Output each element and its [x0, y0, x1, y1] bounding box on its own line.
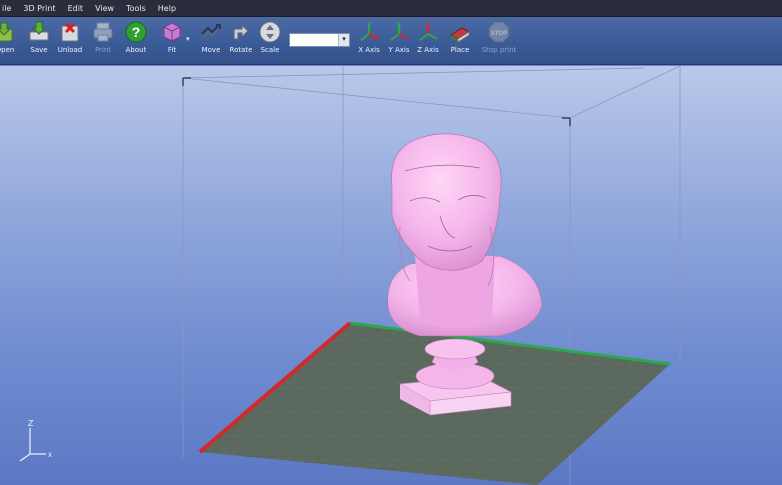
help-question-icon: ? — [125, 21, 147, 43]
fit-dropdown-arrow-icon[interactable]: ▾ — [186, 35, 190, 43]
x-axis-button[interactable]: X Axis — [357, 20, 381, 64]
print-icon — [93, 22, 113, 42]
z-axis-button[interactable]: Z Axis — [416, 20, 440, 64]
menu-tools[interactable]: Tools — [126, 4, 146, 13]
scale-button[interactable]: Scale — [257, 20, 283, 64]
move-arrows-icon — [201, 24, 221, 39]
3d-viewport[interactable]: Z X — [0, 66, 782, 485]
menu-3d-print[interactable]: 3D Print — [23, 4, 55, 13]
rotate-icon — [233, 23, 249, 40]
axis-indicator-x-label: X — [48, 452, 52, 459]
menu-view[interactable]: View — [95, 4, 114, 13]
svg-text:?: ? — [132, 24, 141, 40]
toolbar: Open Save Unload Print ? About — [0, 17, 782, 65]
print-label: Print — [94, 46, 112, 54]
menu-help[interactable]: Help — [158, 4, 176, 13]
unload-label: Unload — [57, 46, 83, 54]
unload-icon — [61, 22, 79, 42]
y-axis-label: Y Axis — [388, 46, 410, 54]
combo-dropdown-arrow-icon[interactable]: ▾ — [338, 34, 349, 46]
scale-icon — [259, 21, 281, 43]
place-label: Place — [450, 46, 470, 54]
x-axis-icon — [360, 23, 379, 41]
stop-print-label: Stop print — [481, 46, 517, 54]
axis-indicator: Z X — [19, 419, 52, 462]
about-button[interactable]: ? About — [122, 20, 150, 64]
place-button[interactable]: Place — [448, 20, 472, 64]
frame-corner-marker — [182, 77, 191, 86]
fit-label: Fit — [167, 46, 177, 54]
open-label: Open — [0, 46, 15, 54]
open-button[interactable]: Open — [0, 20, 18, 64]
scale-label: Scale — [260, 46, 280, 54]
menu-bar: ile 3D Print Edit View Tools Help — [0, 0, 782, 17]
y-axis-button[interactable]: Y Axis — [387, 20, 411, 64]
print-button[interactable]: Print — [90, 20, 116, 64]
fit-cube-icon — [163, 22, 181, 42]
unload-button[interactable]: Unload — [56, 20, 84, 64]
stop-sign-icon: STOP — [488, 21, 510, 43]
frame-corner-marker — [562, 117, 571, 126]
menu-edit[interactable]: Edit — [68, 4, 84, 13]
scale-combo-box[interactable]: ▾ — [289, 33, 350, 47]
rotate-label: Rotate — [229, 46, 253, 54]
open-icon — [0, 22, 13, 42]
stop-sign-text: STOP — [491, 31, 507, 37]
save-icon — [29, 21, 49, 41]
save-label: Save — [30, 46, 48, 54]
y-axis-icon — [390, 23, 409, 41]
z-axis-label: Z Axis — [417, 46, 439, 54]
place-book-icon — [450, 27, 470, 43]
scene-canvas[interactable]: Z X — [0, 66, 782, 485]
z-axis-icon — [419, 23, 438, 41]
save-button[interactable]: Save — [26, 20, 52, 64]
menu-file[interactable]: ile — [2, 4, 11, 13]
stop-print-button[interactable]: STOP Stop print — [482, 20, 516, 64]
move-label: Move — [201, 46, 221, 54]
about-label: About — [125, 46, 147, 54]
rotate-button[interactable]: Rotate — [227, 20, 255, 64]
x-axis-label: X Axis — [358, 46, 380, 54]
move-button[interactable]: Move — [198, 20, 224, 64]
axis-indicator-z-label: Z — [28, 419, 34, 428]
fit-button[interactable]: Fit — [159, 20, 185, 64]
